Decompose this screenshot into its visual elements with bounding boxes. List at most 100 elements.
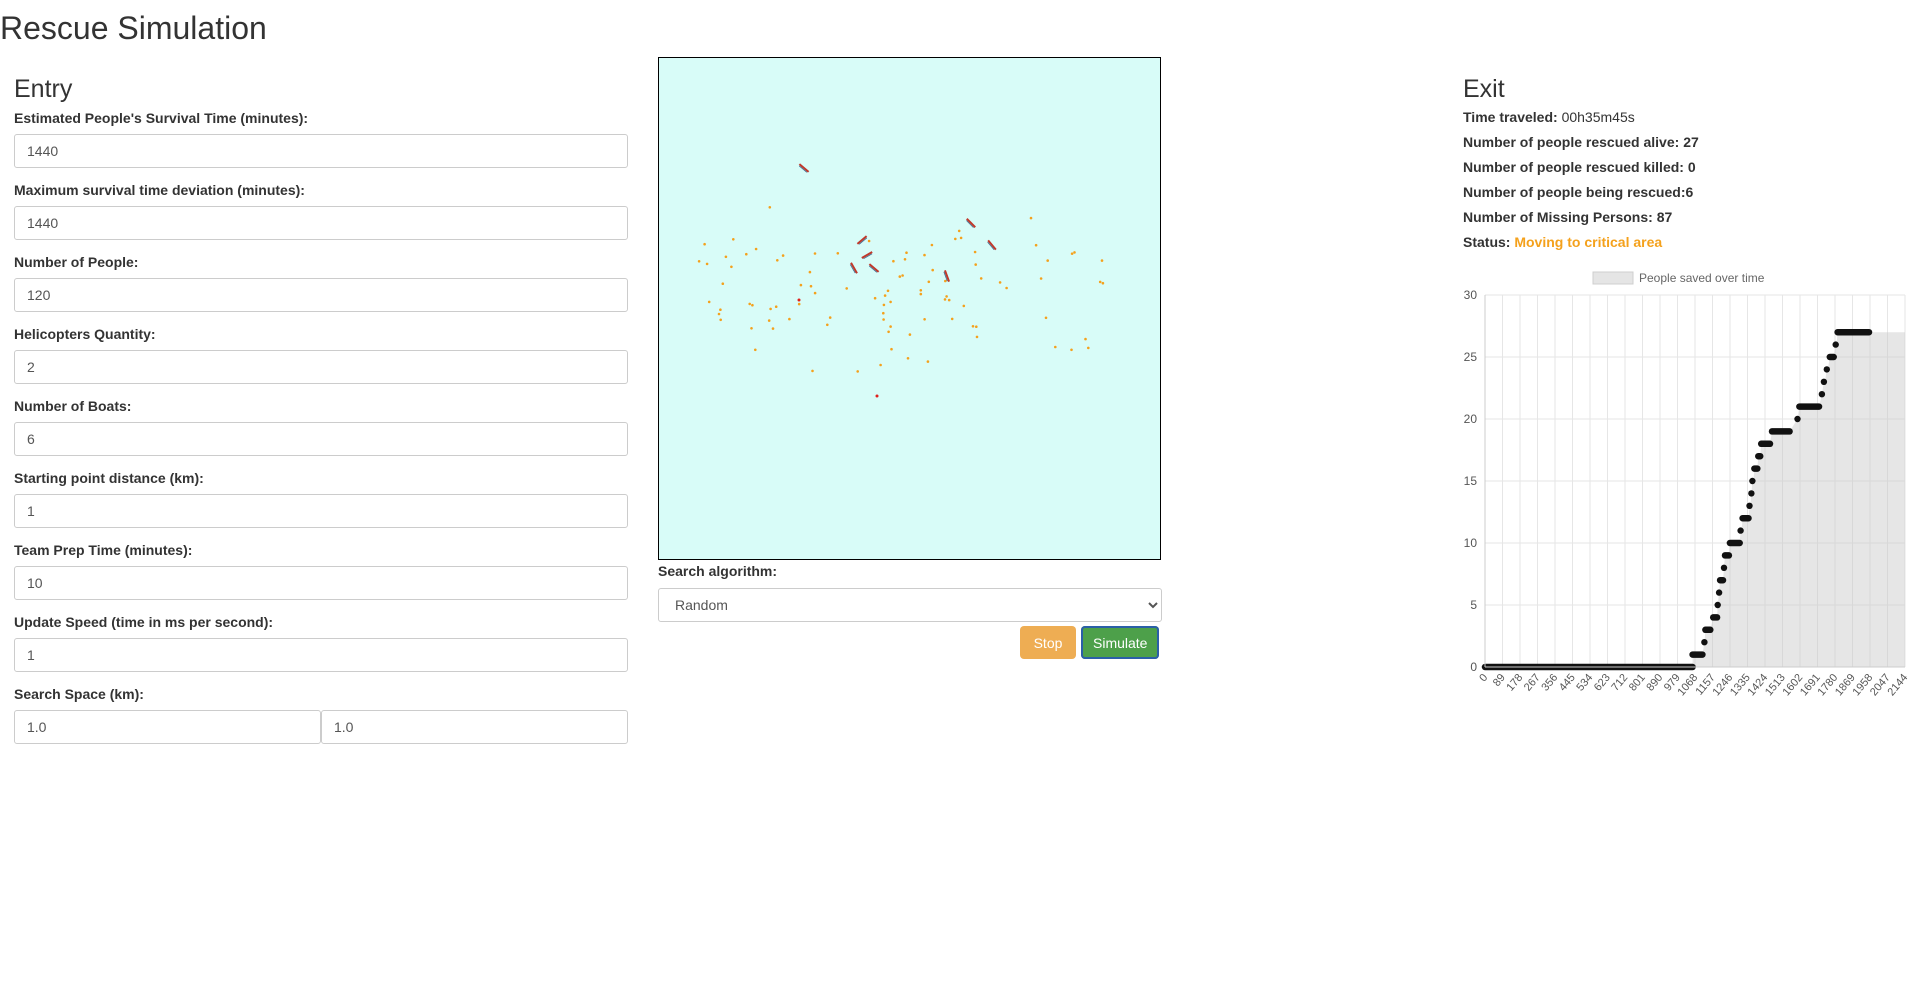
- person-marker: [889, 325, 892, 328]
- search-algorithm-label: Search algorithm:: [658, 563, 778, 579]
- person-marker: [927, 280, 931, 284]
- simulate-button[interactable]: Simulate: [1081, 626, 1159, 659]
- search-space-x-input[interactable]: [14, 710, 321, 744]
- person-marker: [971, 325, 975, 328]
- person-marker: [973, 250, 977, 254]
- data-point: [1714, 601, 1721, 609]
- person-marker: [908, 333, 912, 336]
- being-rescued: Number of people being rescued:6: [1463, 185, 1903, 200]
- person-marker: [892, 259, 895, 263]
- exit-heading: Exit: [1463, 75, 1505, 103]
- start-distance-label: Starting point distance (km):: [14, 470, 204, 486]
- data-point: [1715, 589, 1723, 596]
- person-marker: [998, 281, 1002, 284]
- start-distance-input[interactable]: [14, 494, 628, 528]
- prep-time-input[interactable]: [14, 566, 628, 600]
- y-tick-label: 10: [1464, 536, 1478, 550]
- x-tick-label: 178: [1504, 672, 1525, 694]
- person-marker: [799, 283, 803, 287]
- data-point: [1794, 415, 1801, 423]
- search-space-field: Search Space (km):: [14, 686, 628, 752]
- search-space-y-input[interactable]: [321, 710, 628, 744]
- data-point: [1701, 639, 1708, 646]
- person-marker: [962, 304, 966, 308]
- person-marker: [719, 308, 722, 311]
- survival-time-input[interactable]: [14, 134, 628, 168]
- search-algorithm-select[interactable]: Random: [658, 588, 1162, 622]
- person-marker: [703, 242, 706, 246]
- update-speed-label: Update Speed (time in ms per second):: [14, 614, 274, 630]
- helicopters-input[interactable]: [14, 350, 628, 384]
- y-tick-label: 0: [1470, 660, 1477, 674]
- person-marker: [750, 327, 753, 330]
- person-marker: [719, 318, 722, 322]
- deviation-field: Maximum survival time deviation (minutes…: [14, 182, 628, 248]
- x-tick-label: 2144: [1885, 672, 1910, 698]
- prep-time-field: Team Prep Time (minutes):: [14, 542, 628, 608]
- person-marker: [898, 275, 902, 278]
- rescue-boat-icon: [966, 218, 976, 228]
- person-marker: [808, 270, 812, 274]
- deviation-input[interactable]: [14, 206, 628, 240]
- person-marker: [836, 252, 840, 255]
- person-marker: [1034, 243, 1038, 247]
- update-speed-input[interactable]: [14, 638, 628, 672]
- x-tick-label: 445: [1557, 672, 1578, 694]
- critical-person-marker: [875, 394, 879, 398]
- person-marker: [1070, 252, 1074, 255]
- person-marker: [730, 265, 733, 269]
- person-marker: [887, 330, 890, 334]
- person-marker: [975, 325, 978, 329]
- person-marker: [975, 335, 979, 339]
- rescue-boat-icon: [868, 263, 880, 273]
- person-marker: [889, 300, 892, 304]
- survival-time-label: Estimated People's Survival Time (minute…: [14, 110, 309, 126]
- person-marker: [919, 292, 923, 296]
- person-marker: [979, 277, 983, 280]
- person-marker: [882, 303, 886, 307]
- time-traveled: Time traveled: 00h35m45s: [1463, 110, 1903, 125]
- data-point: [1823, 366, 1830, 373]
- stop-button[interactable]: Stop: [1020, 626, 1076, 659]
- rescue-boat-icon: [861, 251, 873, 260]
- person-marker: [883, 294, 887, 297]
- person-marker: [1039, 277, 1043, 280]
- x-tick-label: 267: [1522, 672, 1543, 694]
- person-marker: [1044, 316, 1048, 320]
- person-marker: [754, 247, 758, 251]
- x-tick-label: 890: [1644, 672, 1665, 694]
- person-marker: [1087, 346, 1090, 350]
- people-saved-chart-svg: People saved over time0510152025300 89178…: [1464, 271, 1911, 698]
- helicopters-field: Helicopters Quantity:: [14, 326, 628, 392]
- boats-input[interactable]: [14, 422, 628, 456]
- person-marker: [923, 318, 926, 321]
- person-marker: [845, 287, 848, 290]
- person-marker: [945, 295, 948, 298]
- person-marker: [882, 311, 885, 315]
- simulation-canvas: [658, 57, 1161, 560]
- person-marker: [813, 291, 817, 295]
- y-tick-label: 25: [1464, 350, 1478, 364]
- data-point: [1720, 564, 1728, 571]
- person-marker: [754, 348, 757, 352]
- person-marker: [751, 303, 754, 307]
- person-marker: [947, 298, 951, 302]
- person-marker: [732, 238, 735, 241]
- person-marker: [826, 323, 829, 327]
- rescued-alive-label: Number of people rescued alive:: [1463, 134, 1680, 150]
- person-marker: [811, 369, 814, 373]
- exit-panel: Exit Time traveled: 00h35m45s Number of …: [1463, 75, 1903, 260]
- person-marker: [943, 298, 947, 301]
- person-marker: [873, 296, 877, 300]
- people-saved-chart: People saved over time 0 5 10 15 20 25 30 0 89 178…: [1453, 268, 1913, 723]
- person-marker: [776, 259, 779, 262]
- people-input[interactable]: [14, 278, 628, 312]
- x-tick-label: 0: [1477, 672, 1490, 684]
- rescued-alive-value: 27: [1683, 134, 1699, 150]
- person-marker: [930, 243, 934, 247]
- person-marker: [1098, 280, 1102, 284]
- person-marker: [926, 360, 930, 363]
- rescued-killed-value: 0: [1687, 159, 1696, 175]
- person-marker: [957, 229, 961, 233]
- status-label: Status:: [1463, 234, 1511, 250]
